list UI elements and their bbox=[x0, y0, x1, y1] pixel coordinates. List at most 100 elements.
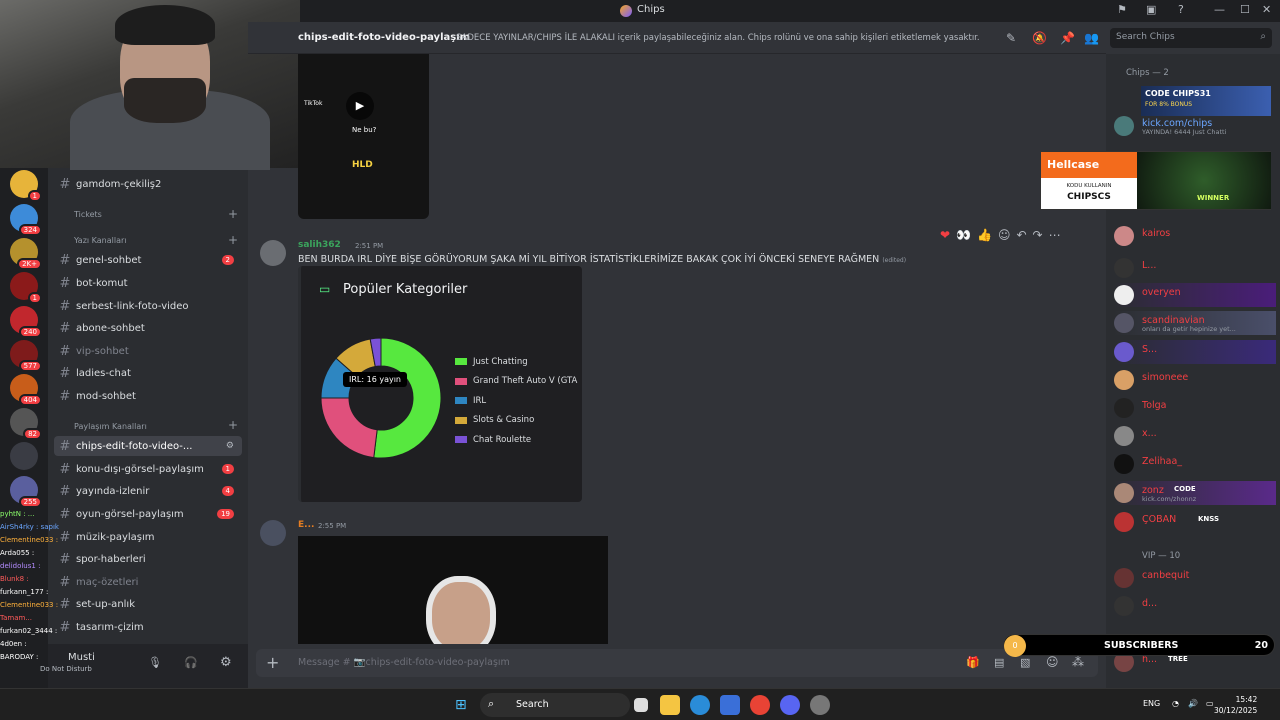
taskbar-clock[interactable]: 15:42 30/12/2025 bbox=[1214, 694, 1257, 716]
member-item[interactable]: d... bbox=[1114, 594, 1276, 618]
add-channel-icon[interactable]: + bbox=[228, 233, 238, 247]
taskbar-search[interactable]: ⌕ Search bbox=[480, 693, 630, 717]
server-icon[interactable]: 240 bbox=[10, 306, 42, 338]
category-tickets[interactable]: Tickets bbox=[74, 210, 102, 219]
server-icon[interactable]: 2K+ bbox=[10, 238, 42, 270]
member-item[interactable]: canbequit bbox=[1114, 566, 1276, 590]
channel-item[interactable]: # bot-komut bbox=[54, 273, 242, 293]
chrome-icon[interactable] bbox=[750, 695, 770, 715]
reply-icon[interactable]: ↶ bbox=[1016, 228, 1026, 242]
channel-item[interactable]: # yayında-izlenir 4 bbox=[54, 481, 242, 501]
channel-item-active[interactable]: # chips-edit-foto-video-... ⚙ bbox=[54, 436, 242, 456]
screen-icon[interactable]: ▣ bbox=[1146, 3, 1156, 16]
volume-icon[interactable]: 🔊 bbox=[1188, 699, 1198, 708]
member-item[interactable]: scandinavian onları da getir hepinize yet… bbox=[1114, 311, 1276, 335]
video-attachment[interactable]: TikTok ▶ Ne bu? HLD bbox=[298, 54, 429, 219]
headphones-icon[interactable]: 🎧 bbox=[184, 656, 198, 669]
inbox-icon[interactable]: ⚑ bbox=[1117, 3, 1127, 16]
add-reaction-icon[interactable]: ☺ bbox=[998, 228, 1011, 242]
avatar[interactable] bbox=[260, 520, 286, 546]
member-item[interactable]: kairos bbox=[1114, 224, 1276, 248]
server-icon[interactable]: 577 bbox=[10, 340, 42, 372]
channel-item[interactable]: # vip-sohbet bbox=[54, 341, 242, 361]
member-item[interactable]: ÇOBAN KNSS bbox=[1114, 510, 1276, 534]
user-settings-icon[interactable]: ⚙ bbox=[220, 655, 232, 670]
channel-topic[interactable]: SADECE YAYINLAR/CHIPS İLE ALAKALI içerik… bbox=[456, 33, 980, 43]
server-icon[interactable] bbox=[10, 442, 38, 470]
legend-item[interactable]: Grand Theft Auto V (GTA bbox=[455, 372, 577, 392]
server-icon[interactable]: 1 bbox=[10, 272, 42, 304]
server-icon[interactable]: 1 bbox=[10, 170, 42, 202]
members-icon[interactable]: 👥 bbox=[1084, 31, 1099, 45]
pin-icon[interactable]: 📌 bbox=[1060, 31, 1075, 45]
server-icon[interactable]: 324 bbox=[10, 204, 42, 236]
server-icon[interactable]: 404 bbox=[10, 374, 42, 406]
channel-item[interactable]: # serbest-link-foto-video bbox=[54, 296, 242, 316]
add-channel-icon[interactable]: + bbox=[228, 207, 238, 221]
member-item[interactable]: simoneee bbox=[1114, 368, 1276, 392]
help-icon[interactable]: ? bbox=[1178, 3, 1184, 16]
channel-item[interactable]: # mod-sohbet bbox=[54, 386, 242, 406]
member-item[interactable]: x... bbox=[1114, 424, 1276, 448]
more-icon[interactable]: ⋯ bbox=[1049, 228, 1061, 242]
channel-item[interactable]: # gamdom-çekiliş2 bbox=[54, 174, 242, 194]
threads-icon[interactable]: ✎ bbox=[1006, 31, 1016, 45]
edge-icon[interactable] bbox=[690, 695, 710, 715]
settings-icon[interactable]: ⚙ bbox=[226, 441, 234, 451]
avatar[interactable] bbox=[260, 240, 286, 266]
discord-icon[interactable] bbox=[780, 695, 800, 715]
reaction-eyes[interactable]: 👀 bbox=[956, 228, 971, 242]
close-button[interactable]: ✕ bbox=[1262, 3, 1271, 16]
category-paylasim[interactable]: Paylaşım Kanalları bbox=[74, 422, 147, 431]
battery-icon[interactable]: ▭ bbox=[1206, 699, 1214, 708]
mute-icon[interactable]: 🔕 bbox=[1032, 31, 1047, 45]
wifi-icon[interactable]: ◔ bbox=[1172, 699, 1179, 708]
emoji-icon[interactable]: ☺ bbox=[1046, 655, 1059, 669]
microphone-icon[interactable]: 🎙 bbox=[148, 656, 162, 669]
legend-item[interactable]: Slots & Casino bbox=[455, 411, 577, 431]
channel-item[interactable]: # konu-dışı-görsel-paylaşım 1 bbox=[54, 459, 242, 479]
app-icon[interactable] bbox=[810, 695, 830, 715]
member-item[interactable]: kick.com/chips YAYINDA! 6444 Just Chatti bbox=[1114, 114, 1276, 138]
message-composer[interactable]: + Message # 📷chips-edit-foto-video-payla… bbox=[256, 649, 1098, 677]
pie-slice-0[interactable] bbox=[373, 337, 442, 459]
attach-icon[interactable]: + bbox=[266, 653, 279, 672]
reaction-thumbs[interactable]: 👍 bbox=[977, 228, 992, 242]
member-item[interactable]: Zelihaa_ bbox=[1114, 452, 1276, 476]
channel-item[interactable]: # ladies-chat bbox=[54, 363, 242, 383]
add-channel-icon[interactable]: + bbox=[228, 418, 238, 432]
legend-item[interactable]: Just Chatting bbox=[455, 352, 577, 372]
search-input[interactable]: Search Chips ⌕ bbox=[1110, 28, 1272, 48]
start-icon[interactable]: ⊞ bbox=[455, 697, 467, 713]
maximize-button[interactable]: ☐ bbox=[1240, 3, 1250, 16]
reaction-heart[interactable]: ❤ bbox=[940, 228, 950, 242]
message-author[interactable]: salih362 bbox=[298, 240, 341, 250]
forward-icon[interactable]: ↷ bbox=[1033, 228, 1043, 242]
member-item[interactable]: Tolga bbox=[1114, 396, 1276, 420]
video-attachment[interactable] bbox=[298, 536, 608, 644]
tray-language[interactable]: ENG bbox=[1143, 699, 1160, 708]
server-icon[interactable]: 255 bbox=[10, 476, 42, 508]
server-icon[interactable]: 82 bbox=[10, 408, 42, 440]
gift-icon[interactable]: 🎁 bbox=[966, 656, 980, 669]
pie-slice-1[interactable] bbox=[320, 397, 378, 459]
sticker-icon[interactable]: ▧ bbox=[1020, 656, 1030, 669]
member-item[interactable]: L... bbox=[1114, 256, 1276, 280]
message-author[interactable]: E... bbox=[298, 520, 314, 530]
minimize-button[interactable]: — bbox=[1214, 3, 1225, 16]
play-icon[interactable]: ▶ bbox=[346, 92, 374, 120]
channel-item[interactable]: # abone-sohbet bbox=[54, 318, 242, 338]
member-item[interactable]: overyen bbox=[1114, 283, 1276, 307]
subscriber-count: 20 bbox=[1254, 640, 1268, 651]
gif-icon[interactable]: ▤ bbox=[994, 656, 1004, 669]
legend-item[interactable]: IRL bbox=[455, 391, 577, 411]
task-view-icon[interactable] bbox=[634, 698, 648, 712]
channel-item[interactable]: # genel-sohbet 2 bbox=[54, 250, 242, 270]
legend-item[interactable]: Chat Roulette bbox=[455, 430, 577, 450]
member-item[interactable]: S... bbox=[1114, 340, 1276, 364]
file-explorer-icon[interactable] bbox=[660, 695, 680, 715]
category-yazi[interactable]: Yazı Kanalları bbox=[74, 236, 127, 245]
member-item[interactable]: zonz CODE kick.com/zhonnz bbox=[1114, 481, 1276, 505]
store-icon[interactable] bbox=[720, 695, 740, 715]
apps-icon[interactable]: ⁂ bbox=[1072, 655, 1084, 669]
